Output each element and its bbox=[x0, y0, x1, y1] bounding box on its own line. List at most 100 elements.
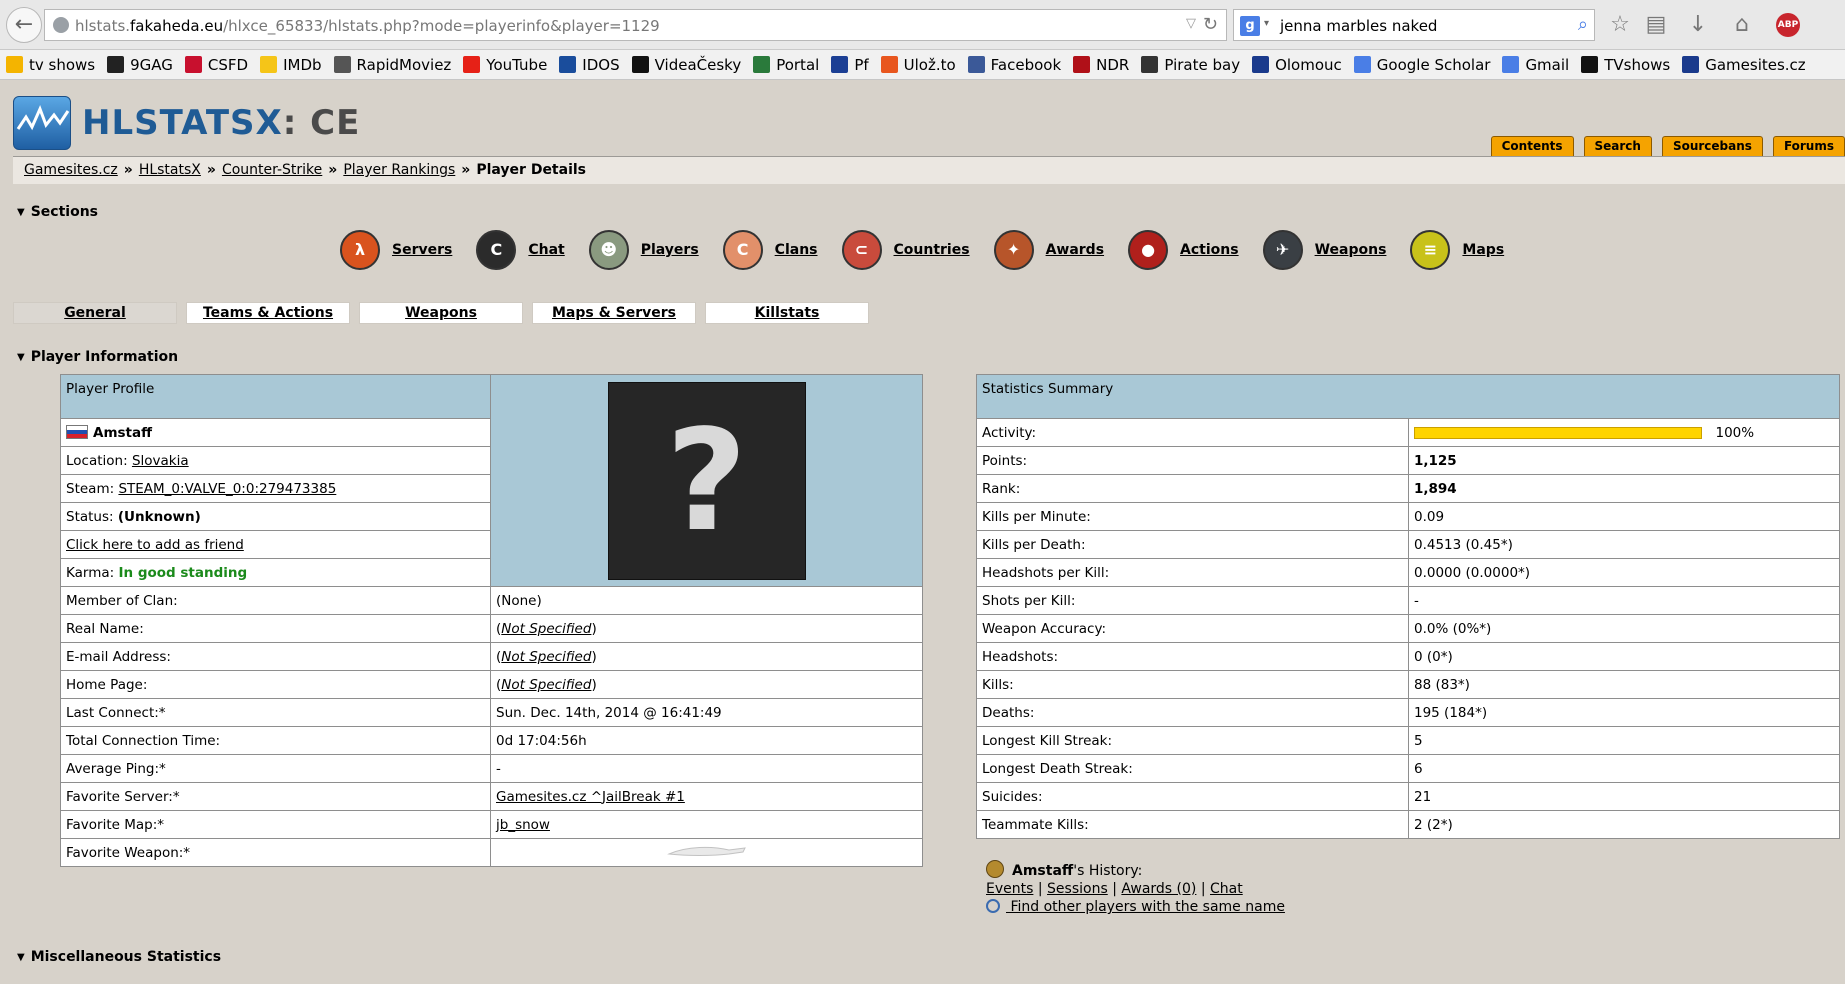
bookmark-item[interactable]: Portal bbox=[753, 50, 819, 79]
section-link[interactable]: Players bbox=[641, 242, 699, 258]
address-bar[interactable]: hlstats.fakaheda.eu/hlxce_65833/hlstats.… bbox=[44, 9, 1227, 41]
clans-icon[interactable]: C bbox=[722, 230, 763, 270]
profile-row-value: Gamesites.cz ^JailBreak #1 bbox=[490, 782, 923, 811]
location-link[interactable]: Slovakia bbox=[132, 453, 189, 469]
favorite-server-link[interactable]: Gamesites.cz ^JailBreak #1 bbox=[496, 789, 685, 805]
stats-row-label: Suicides: bbox=[976, 782, 1409, 811]
tab-weapons[interactable]: Weapons bbox=[359, 302, 523, 324]
bookmark-item[interactable]: RapidMoviez bbox=[333, 50, 451, 79]
home-icon[interactable]: ⌂ bbox=[1728, 12, 1756, 38]
breadcrumb-link[interactable]: Gamesites.cz bbox=[24, 162, 118, 178]
bookmark-item[interactable]: Gamesites.cz bbox=[1682, 50, 1806, 79]
star-icon[interactable]: ☆ bbox=[1606, 12, 1634, 38]
bookmark-item[interactable]: Ulož.to bbox=[880, 50, 956, 79]
top-nav-search[interactable]: Search bbox=[1583, 136, 1652, 156]
bookmark-item[interactable]: YouTube bbox=[463, 50, 547, 79]
section-countries[interactable]: ⊂ Countries bbox=[841, 228, 970, 272]
players-icon[interactable]: ☻ bbox=[588, 230, 629, 270]
not-specified-link[interactable]: Not Specified bbox=[501, 621, 591, 637]
chat-icon[interactable]: C bbox=[476, 230, 517, 270]
bookmark-item[interactable]: Facebook bbox=[967, 50, 1061, 79]
favorite-map-link[interactable]: jb_snow bbox=[496, 817, 550, 833]
section-servers[interactable]: λ Servers bbox=[340, 228, 452, 272]
section-maps[interactable]: ≡ Maps bbox=[1410, 228, 1504, 272]
section-players[interactable]: ☻ Players bbox=[588, 228, 699, 272]
player-info-heading[interactable]: ▼ Player Information bbox=[17, 349, 178, 365]
download-icon[interactable]: ↓ bbox=[1684, 12, 1712, 38]
chevron-down-icon[interactable]: ▽ bbox=[1186, 16, 1196, 31]
breadcrumb-link[interactable]: Counter-Strike bbox=[222, 162, 322, 178]
bookmark-item[interactable]: Pf bbox=[831, 50, 869, 79]
bookmark-item[interactable]: CSFD bbox=[184, 50, 248, 79]
search-icon[interactable]: ⌕ bbox=[1578, 14, 1588, 35]
table-row: Home Page: (Not Specified) bbox=[60, 670, 923, 699]
tab-maps-servers[interactable]: Maps & Servers bbox=[532, 302, 696, 324]
countries-icon[interactable]: ⊂ bbox=[841, 230, 882, 270]
bookmark-item[interactable]: tv shows bbox=[6, 50, 95, 79]
section-link[interactable]: Awards bbox=[1046, 242, 1104, 258]
back-button[interactable]: ← bbox=[6, 7, 42, 43]
bookmark-favicon-icon bbox=[1252, 56, 1270, 73]
breadcrumb-link[interactable]: HLstatsX bbox=[139, 162, 201, 178]
section-link[interactable]: Actions bbox=[1180, 242, 1239, 258]
bookmark-item[interactable]: IMDb bbox=[260, 50, 322, 79]
section-link[interactable]: Servers bbox=[392, 242, 452, 258]
top-nav-sourcebans[interactable]: Sourcebans bbox=[1661, 136, 1763, 156]
find-same-name-link[interactable]: Find other players with the same name bbox=[1006, 899, 1285, 915]
reload-icon[interactable]: ↻ bbox=[1203, 14, 1218, 35]
history-link[interactable]: Chat bbox=[1210, 881, 1243, 897]
collapse-icon: ▼ bbox=[17, 352, 25, 363]
awards-icon[interactable]: ✦ bbox=[993, 230, 1034, 270]
activity-bar-fill bbox=[1415, 427, 1701, 438]
add-friend-link[interactable]: Click here to add as friend bbox=[66, 537, 244, 553]
tab-killstats[interactable]: Killstats bbox=[705, 302, 869, 324]
section-link[interactable]: Weapons bbox=[1315, 242, 1387, 258]
breadcrumb-link[interactable]: Player Rankings bbox=[343, 162, 455, 178]
section-clans[interactable]: C Clans bbox=[722, 228, 818, 272]
bookmark-item[interactable]: 9GAG bbox=[107, 50, 173, 79]
section-link[interactable]: Maps bbox=[1462, 242, 1504, 258]
adblock-icon[interactable]: ABP bbox=[1776, 13, 1800, 37]
history-link[interactable]: Sessions bbox=[1047, 881, 1108, 897]
table-row: Headshots per Kill: 0.0000 (0.0000*) bbox=[976, 558, 1840, 587]
tab-general[interactable]: General bbox=[13, 302, 177, 324]
sections-heading[interactable]: ▼ Sections bbox=[17, 204, 98, 220]
section-link[interactable]: Clans bbox=[775, 242, 818, 258]
top-nav-forums[interactable]: Forums bbox=[1772, 136, 1845, 156]
bookmark-item[interactable]: Gmail bbox=[1502, 50, 1569, 79]
table-row: Headshots: 0 (0*) bbox=[976, 642, 1840, 671]
bookmark-favicon-icon bbox=[184, 56, 202, 73]
not-specified-link[interactable]: Not Specified bbox=[501, 677, 591, 693]
weapons-icon[interactable]: ✈ bbox=[1262, 230, 1303, 270]
halflife-icon[interactable]: λ bbox=[340, 230, 380, 270]
chevron-down-icon[interactable]: ▾ bbox=[1264, 18, 1269, 29]
section-actions[interactable]: ● Actions bbox=[1128, 228, 1239, 272]
bookmark-item[interactable]: Google Scholar bbox=[1353, 50, 1490, 79]
bookmark-item[interactable]: Pirate bay bbox=[1141, 50, 1240, 79]
section-link[interactable]: Chat bbox=[528, 242, 564, 258]
section-link[interactable]: Countries bbox=[894, 242, 970, 258]
google-icon[interactable]: g bbox=[1240, 16, 1260, 36]
steam-id-link[interactable]: STEAM_0:VALVE_0:0:279473385 bbox=[118, 481, 336, 497]
history-link[interactable]: Events bbox=[986, 881, 1033, 897]
stats-row-label: Headshots: bbox=[976, 642, 1409, 671]
history-link[interactable]: Awards (0) bbox=[1121, 881, 1196, 897]
search-input[interactable]: jenna marbles naked bbox=[1280, 17, 1437, 35]
bookmark-item[interactable]: TVshows bbox=[1581, 50, 1670, 79]
not-specified-link[interactable]: Not Specified bbox=[501, 649, 591, 665]
bookmark-item[interactable]: NDR bbox=[1073, 50, 1129, 79]
section-awards[interactable]: ✦ Awards bbox=[993, 228, 1104, 272]
actions-icon[interactable]: ● bbox=[1128, 230, 1169, 270]
bookmark-item[interactable]: Olomouc bbox=[1252, 50, 1342, 79]
stats-row-value: - bbox=[1408, 586, 1840, 615]
section-weapons[interactable]: ✈ Weapons bbox=[1262, 228, 1387, 272]
top-nav-contents[interactable]: Contents bbox=[1490, 136, 1574, 156]
misc-stats-heading[interactable]: ▼ Miscellaneous Statistics bbox=[17, 949, 221, 965]
bookmark-item[interactable]: VideaČesky bbox=[631, 50, 741, 79]
reading-list-icon[interactable]: ▤ bbox=[1642, 12, 1670, 38]
maps-icon[interactable]: ≡ bbox=[1410, 230, 1451, 270]
tab-teams-actions[interactable]: Teams & Actions bbox=[186, 302, 350, 324]
bookmark-item[interactable]: IDOS bbox=[559, 50, 620, 79]
section-chat[interactable]: C Chat bbox=[476, 228, 565, 272]
search-bar[interactable]: g ▾ jenna marbles naked ⌕ bbox=[1233, 9, 1595, 41]
